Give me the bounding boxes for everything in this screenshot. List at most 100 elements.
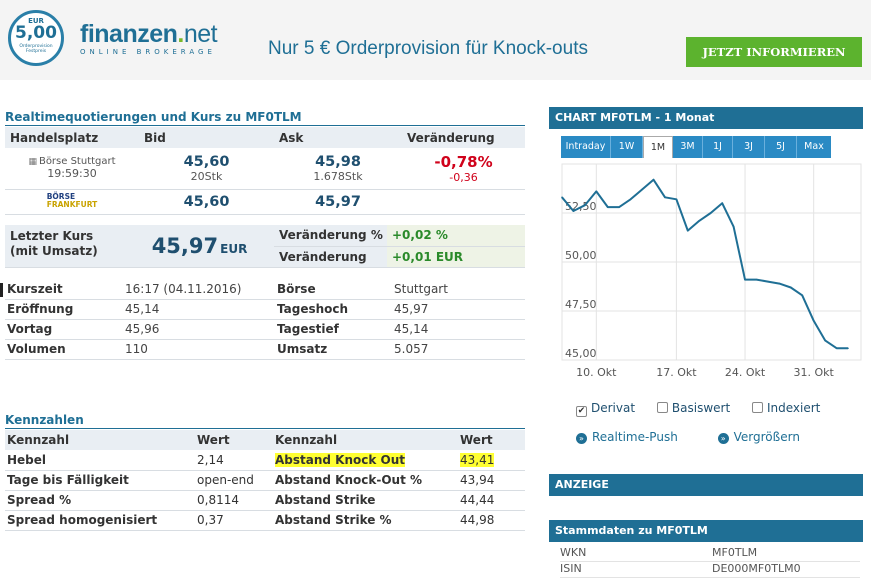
- kennzahlen-table: Kennzahl Wert Kennzahl Wert Hebel 2,14 A…: [5, 430, 525, 531]
- y-tick-label: 45,00: [565, 347, 597, 360]
- highlighted-label: Abstand Knock Out: [275, 452, 406, 467]
- anzeige-header: ANZEIGE: [549, 474, 863, 496]
- bid-qty: 20Stk: [190, 169, 223, 183]
- data-point: [778, 282, 781, 285]
- tab-1w[interactable]: 1W: [611, 136, 643, 158]
- change-label: Veränderung: [274, 246, 387, 268]
- tab-3j[interactable]: 3J: [733, 136, 765, 158]
- tab-1m[interactable]: 1M: [643, 136, 673, 158]
- checkbox-basiswert[interactable]: Basiswert: [656, 401, 730, 415]
- table-row: Eröffnung 45,14 Tageshoch 45,97: [5, 299, 525, 320]
- frankfurt-logo[interactable]: BÖRSE FRANKFURT: [5, 189, 139, 215]
- table-row: BÖRSE FRANKFURT 45,60 45,97: [5, 189, 525, 215]
- data-point: [561, 196, 563, 199]
- kennzahlen-title: Kennzahlen: [5, 413, 84, 427]
- col-handelsplatz: Handelsplatz: [5, 127, 139, 148]
- quotes-divider: [5, 125, 525, 126]
- col-bid: Bid: [139, 127, 274, 148]
- finanzen-net-logo: finanzen.net ONLINE BROKERAGE: [80, 20, 218, 56]
- ask-qty: 1.678Stk: [313, 169, 363, 183]
- tab-5j[interactable]: 5J: [765, 136, 797, 158]
- tab-3m[interactable]: 3M: [673, 136, 703, 158]
- arrow-circle-icon: »: [576, 433, 587, 444]
- y-tick-label: 50,00: [565, 249, 597, 262]
- data-point: [801, 294, 804, 297]
- tab-1j[interactable]: 1J: [703, 136, 733, 158]
- price-line-chart[interactable]: 45,0047,5050,0052,5010. Okt 17. Okt 24. Ok…: [549, 160, 863, 390]
- data-point: [709, 212, 712, 214]
- kennzahlen-divider: [5, 428, 525, 429]
- data-point: [732, 225, 735, 228]
- data-point: [812, 320, 815, 322]
- col-wert: Wert: [195, 430, 273, 450]
- page-edge-marker: [0, 283, 3, 297]
- change-abs: -0,36: [449, 170, 478, 184]
- chart-links: » Realtime-Push » Vergrößern: [576, 430, 836, 444]
- details-table: Kurszeit 16:17 (04.11.2016) Börse Stuttg…: [5, 279, 525, 360]
- logo-tagline: ONLINE BROKERAGE: [80, 48, 216, 56]
- tab-max[interactable]: Max: [797, 136, 831, 158]
- data-point: [755, 278, 758, 281]
- last-price-table: Letzter Kurs (mit Umsatz) 45,97 EUR Verän…: [5, 225, 525, 268]
- price-badge: EUR 5,00 Orderprovision Festpreis: [8, 10, 64, 66]
- x-tick-label: 24. Okt: [725, 366, 766, 379]
- col-veraenderung: Veränderung: [402, 127, 525, 148]
- bid-value: 45,60: [183, 193, 230, 210]
- data-point: [641, 188, 643, 191]
- table-row: Hebel 2,14 Abstand Knock Out 43,41: [5, 450, 525, 471]
- table-row: Spread % 0,8114 Abstand Strike 44,44: [5, 490, 525, 511]
- x-tick-label: 31. Okt: [794, 366, 835, 379]
- change-pct: -0,78%: [434, 152, 493, 171]
- stammdaten-list: WKN MF0TLM ISIN DE000MF0TLM0: [560, 546, 860, 578]
- last-price-value: 45,97: [151, 233, 219, 258]
- checkbox-empty-icon: [751, 402, 763, 413]
- x-tick-label: 17. Okt: [656, 366, 697, 379]
- promo-text: Nur 5 € Orderprovision für Knock-outs: [268, 38, 588, 59]
- data-point: [572, 210, 575, 212]
- list-item: ISIN DE000MF0TLM0: [560, 562, 860, 578]
- data-point: [664, 196, 666, 199]
- last-price-label: Letzter Kurs (mit Umsatz): [5, 225, 120, 268]
- last-price-unit: EUR: [220, 241, 248, 256]
- cta-button[interactable]: JETZT INFORMIEREN: [686, 37, 862, 67]
- place-cell[interactable]: ▦ Börse Stuttgart 19:59:30: [5, 148, 139, 190]
- vergroessern-link[interactable]: » Vergrößern: [717, 430, 800, 444]
- table-row: Tage bis Fälligkeit open-end Abstand Kno…: [5, 470, 525, 491]
- quotes-title: Realtimequotierungen und Kurs zu MF0TLM: [5, 110, 302, 124]
- data-point: [606, 206, 609, 208]
- list-item: WKN MF0TLM: [560, 546, 860, 562]
- quotes-table: Handelsplatz Bid Ask Veränderung ▦ Börse …: [5, 127, 525, 215]
- last-price: 45,97 EUR: [120, 225, 274, 268]
- data-point: [618, 206, 620, 208]
- data-point: [721, 202, 723, 204]
- col-kennzahl-2: Kennzahl: [273, 430, 458, 450]
- data-point: [595, 190, 598, 193]
- logo-name: finanzen: [80, 20, 178, 48]
- data-point: [790, 286, 792, 289]
- checkbox-empty-icon: [656, 402, 668, 413]
- x-tick-label: 10. Okt: [576, 366, 617, 379]
- data-point: [584, 204, 586, 206]
- chart-title: CHART MF0TLM - 1 Monat: [549, 107, 863, 129]
- stammdaten-header: Stammdaten zu MF0TLM: [549, 520, 863, 542]
- data-point: [687, 229, 689, 232]
- logo-net: net: [183, 20, 218, 48]
- data-point: [744, 278, 746, 281]
- quote-time: 19:59:30: [47, 167, 97, 181]
- realtime-push-link[interactable]: » Realtime-Push: [576, 430, 678, 444]
- y-tick-label: 47,50: [565, 298, 597, 311]
- bid-value: 45,60: [183, 153, 230, 170]
- checkbox-indexiert[interactable]: Indexiert: [751, 401, 820, 415]
- badge-subtext: Orderprovision Festpreis: [19, 44, 53, 54]
- place-name: Börse Stuttgart: [38, 156, 116, 168]
- data-point: [675, 198, 678, 201]
- checkbox-derivat[interactable]: ✔ Derivat: [576, 401, 635, 417]
- checkbox-checked-icon: ✔: [576, 406, 587, 417]
- table-row: ▦ Börse Stuttgart 19:59:30 45,60 20Stk 45…: [5, 148, 525, 190]
- tab-intraday[interactable]: Intraday: [561, 136, 611, 158]
- ask-value: 45,98: [315, 153, 361, 170]
- ad-banner[interactable]: EUR 5,00 Orderprovision Festpreis finanz…: [0, 0, 871, 80]
- col-wert-2: Wert: [458, 430, 525, 450]
- data-point: [652, 178, 655, 181]
- data-point: [835, 347, 838, 350]
